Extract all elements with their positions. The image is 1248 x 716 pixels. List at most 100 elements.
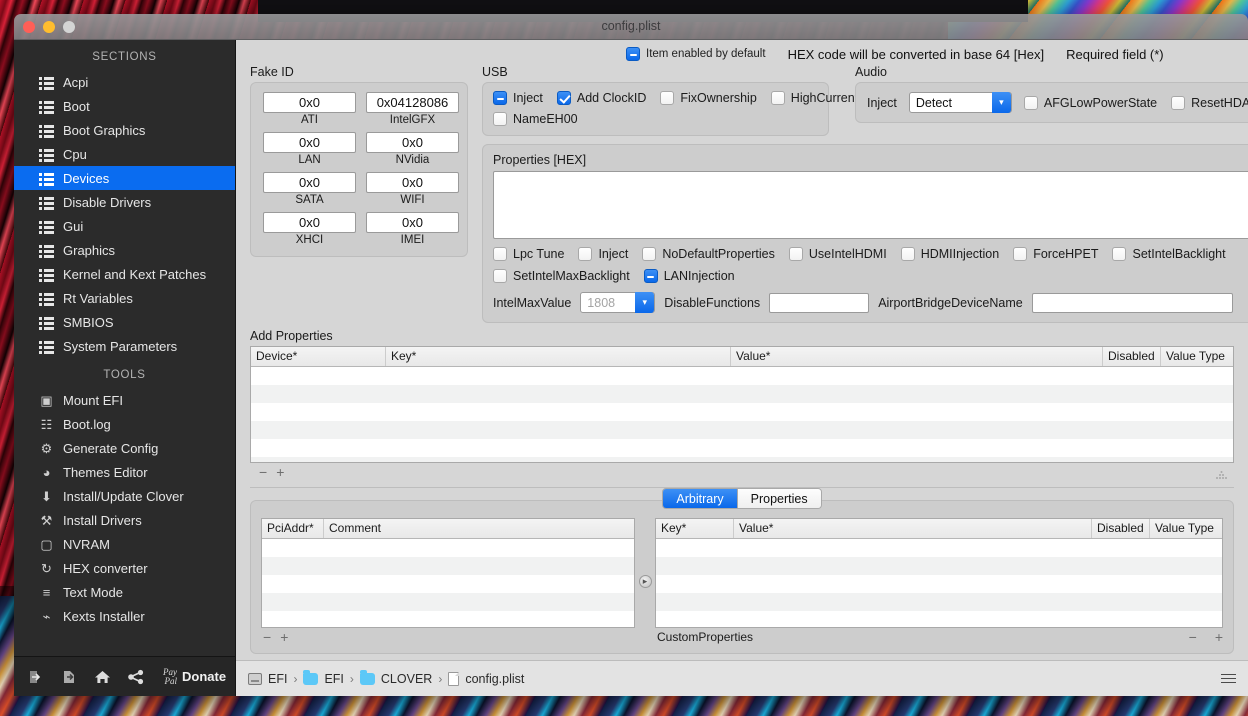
add-properties-col-key-[interactable]: Key* xyxy=(386,347,731,366)
intel-max-value-select[interactable]: 1808 ▾ xyxy=(580,292,656,313)
sidebar-item-boot[interactable]: Boot xyxy=(14,94,235,118)
table-row[interactable] xyxy=(656,611,1222,627)
add-pciaddr-row-button[interactable]: + xyxy=(280,630,288,644)
add-row-button[interactable]: + xyxy=(276,465,284,479)
prop-laninjection[interactable]: LANInjection xyxy=(643,269,735,283)
table-row[interactable] xyxy=(262,539,634,557)
fake-id-input-wifi[interactable]: 0x0 xyxy=(366,172,459,193)
breadcrumb-item-clover[interactable]: CLOVER xyxy=(359,669,432,686)
remove-row-button[interactable]: − xyxy=(259,465,267,479)
checkbox[interactable] xyxy=(493,269,507,283)
airport-bridge-input[interactable] xyxy=(1031,292,1233,313)
item-enabled-by-default[interactable]: Item enabled by default xyxy=(626,47,766,61)
table-row[interactable] xyxy=(262,593,634,611)
sidebar-item-graphics[interactable]: Graphics xyxy=(14,238,235,262)
import-icon[interactable] xyxy=(28,668,44,686)
prop-setintelbacklight[interactable]: SetIntelBacklight xyxy=(1112,247,1226,261)
item-enabled-checkbox[interactable] xyxy=(626,47,640,61)
checkbox[interactable] xyxy=(578,247,593,261)
prop-forcehpet[interactable]: ForceHPET xyxy=(1013,247,1098,261)
tab-arbitrary[interactable]: Arbitrary xyxy=(663,489,738,508)
sidebar-tool-hex-converter[interactable]: ↻ HEX converter xyxy=(14,556,235,580)
sidebar-tool-boot-log[interactable]: ☷ Boot.log xyxy=(14,412,235,436)
menu-icon[interactable] xyxy=(1221,673,1236,684)
sidebar-item-acpi[interactable]: Acpi xyxy=(14,70,235,94)
pciaddr-col-pciaddr-[interactable]: PciAddr* xyxy=(262,519,324,538)
prop-useintelhdmi[interactable]: UseIntelHDMI xyxy=(788,247,887,261)
sidebar-item-cpu[interactable]: Cpu xyxy=(14,142,235,166)
sidebar-tool-generate-config[interactable]: ⚙ Generate Config xyxy=(14,436,235,460)
checkbox[interactable] xyxy=(1171,95,1186,110)
breadcrumb-item-efi[interactable]: EFI xyxy=(248,672,287,686)
audio-inject-select[interactable]: Detect ▾ xyxy=(908,92,1012,113)
prop-nodefaultproperties[interactable]: NoDefaultProperties xyxy=(642,247,775,261)
remove-custom-property-button[interactable]: − xyxy=(1189,630,1197,644)
prop-lpc-tune[interactable]: Lpc Tune xyxy=(493,247,564,261)
checkbox[interactable] xyxy=(788,247,803,261)
fake-id-input-imei[interactable]: 0x0 xyxy=(366,212,459,233)
sidebar-item-kernel-and-kext-patches[interactable]: Kernel and Kext Patches xyxy=(14,262,235,286)
paypal-donate-button[interactable]: Pay Pal Donate xyxy=(163,667,226,686)
pciaddr-table-body[interactable] xyxy=(262,539,634,627)
add-properties-col-value-[interactable]: Value* xyxy=(731,347,1103,366)
checkbox[interactable] xyxy=(493,112,507,126)
breadcrumb-item-config-plist[interactable]: config.plist xyxy=(448,671,524,686)
checkbox[interactable] xyxy=(660,91,675,105)
fake-id-input-xhci[interactable]: 0x0 xyxy=(263,212,356,233)
fake-id-input-nvidia[interactable]: 0x0 xyxy=(366,132,459,153)
checkbox[interactable] xyxy=(770,91,785,105)
prop-inject[interactable]: Inject xyxy=(578,247,628,261)
checkbox[interactable] xyxy=(642,247,657,261)
checkbox[interactable] xyxy=(1023,95,1038,110)
checkbox[interactable] xyxy=(1112,247,1127,261)
checkbox[interactable] xyxy=(1013,247,1028,261)
sidebar-tool-install-drivers[interactable]: ⚒ Install Drivers xyxy=(14,508,235,532)
table-row[interactable] xyxy=(262,575,634,593)
table-row[interactable] xyxy=(251,367,1233,385)
home-icon[interactable] xyxy=(94,668,111,686)
custom-properties-body[interactable] xyxy=(656,539,1222,627)
sidebar-item-rt-variables[interactable]: Rt Variables xyxy=(14,286,235,310)
sidebar-item-disable-drivers[interactable]: Disable Drivers xyxy=(14,190,235,214)
audio-afglowpowerstate[interactable]: AFGLowPowerState xyxy=(1023,95,1157,110)
table-row[interactable] xyxy=(262,611,634,627)
properties-hex-textarea[interactable] xyxy=(493,171,1248,239)
fake-id-input-sata[interactable]: 0x0 xyxy=(263,172,356,193)
audio-resethda[interactable]: ResetHDA xyxy=(1171,95,1248,110)
fake-id-input-intelgfx[interactable]: 0x04128086 xyxy=(366,92,459,113)
table-row[interactable] xyxy=(251,403,1233,421)
sidebar-tool-kexts-installer[interactable]: ⌁ Kexts Installer xyxy=(14,604,235,628)
add-properties-col-value-type[interactable]: Value Type xyxy=(1161,347,1233,366)
add-properties-table[interactable]: Device* Key* Value* Disabled Value Type xyxy=(250,346,1234,463)
sidebar-tool-nvram[interactable]: ▢ NVRAM xyxy=(14,532,235,556)
sidebar-tool-install-update-clover[interactable]: ⬇ Install/Update Clover xyxy=(14,484,235,508)
sidebar-tool-text-mode[interactable]: ≡ Text Mode xyxy=(14,580,235,604)
checkbox[interactable] xyxy=(556,91,571,105)
sidebar-tool-mount-efi[interactable]: ▣ Mount EFI xyxy=(14,388,235,412)
table-row[interactable] xyxy=(262,557,634,575)
breadcrumb[interactable]: EFI › EFI › CLOVER › config.plist xyxy=(248,669,524,686)
remove-pciaddr-row-button[interactable]: − xyxy=(263,630,271,644)
pciaddr-col-comment[interactable]: Comment xyxy=(324,519,634,538)
custom-properties-col-value-[interactable]: Value* xyxy=(734,519,1092,538)
sidebar-item-boot-graphics[interactable]: Boot Graphics xyxy=(14,118,235,142)
usb-nameeh00[interactable]: NameEH00 xyxy=(493,112,578,126)
checkbox[interactable] xyxy=(643,269,658,283)
share-icon[interactable] xyxy=(128,668,144,686)
add-custom-property-button[interactable]: + xyxy=(1215,630,1223,644)
checkbox[interactable] xyxy=(493,247,507,261)
breadcrumb-item-efi[interactable]: EFI xyxy=(303,669,344,686)
table-row[interactable] xyxy=(656,557,1222,575)
pciaddr-table[interactable]: PciAddr* Comment xyxy=(261,518,635,628)
table-row[interactable] xyxy=(656,539,1222,557)
chevron-down-icon[interactable]: ▾ xyxy=(991,92,1011,113)
checkbox[interactable] xyxy=(900,247,915,261)
usb-highcurrent[interactable]: HighCurrent xyxy=(770,91,858,105)
custom-properties-table[interactable]: Key* Value* Disabled Value Type xyxy=(655,518,1223,628)
prop-setintelmaxbacklight[interactable]: SetIntelMaxBacklight xyxy=(493,269,630,283)
fake-id-input-ati[interactable]: 0x0 xyxy=(263,92,356,113)
custom-properties-col-value-type[interactable]: Value Type xyxy=(1150,519,1222,538)
custom-properties-col-key-[interactable]: Key* xyxy=(656,519,734,538)
sidebar-item-system-parameters[interactable]: System Parameters xyxy=(14,334,235,358)
add-properties-col-disabled[interactable]: Disabled xyxy=(1103,347,1161,366)
